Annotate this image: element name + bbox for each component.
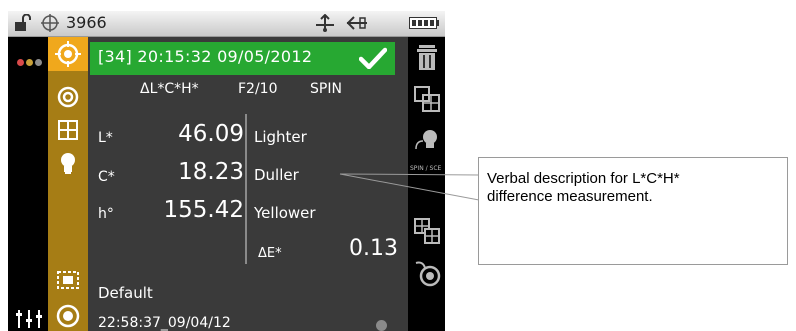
callout-box: Verbal description for L*C*H* difference…: [478, 157, 788, 265]
callout-line-1: Verbal description for L*C*H*: [487, 170, 680, 187]
callout-line-2: difference measurement.: [487, 188, 653, 205]
callout-text: Verbal description for L*C*H* difference…: [487, 170, 680, 206]
